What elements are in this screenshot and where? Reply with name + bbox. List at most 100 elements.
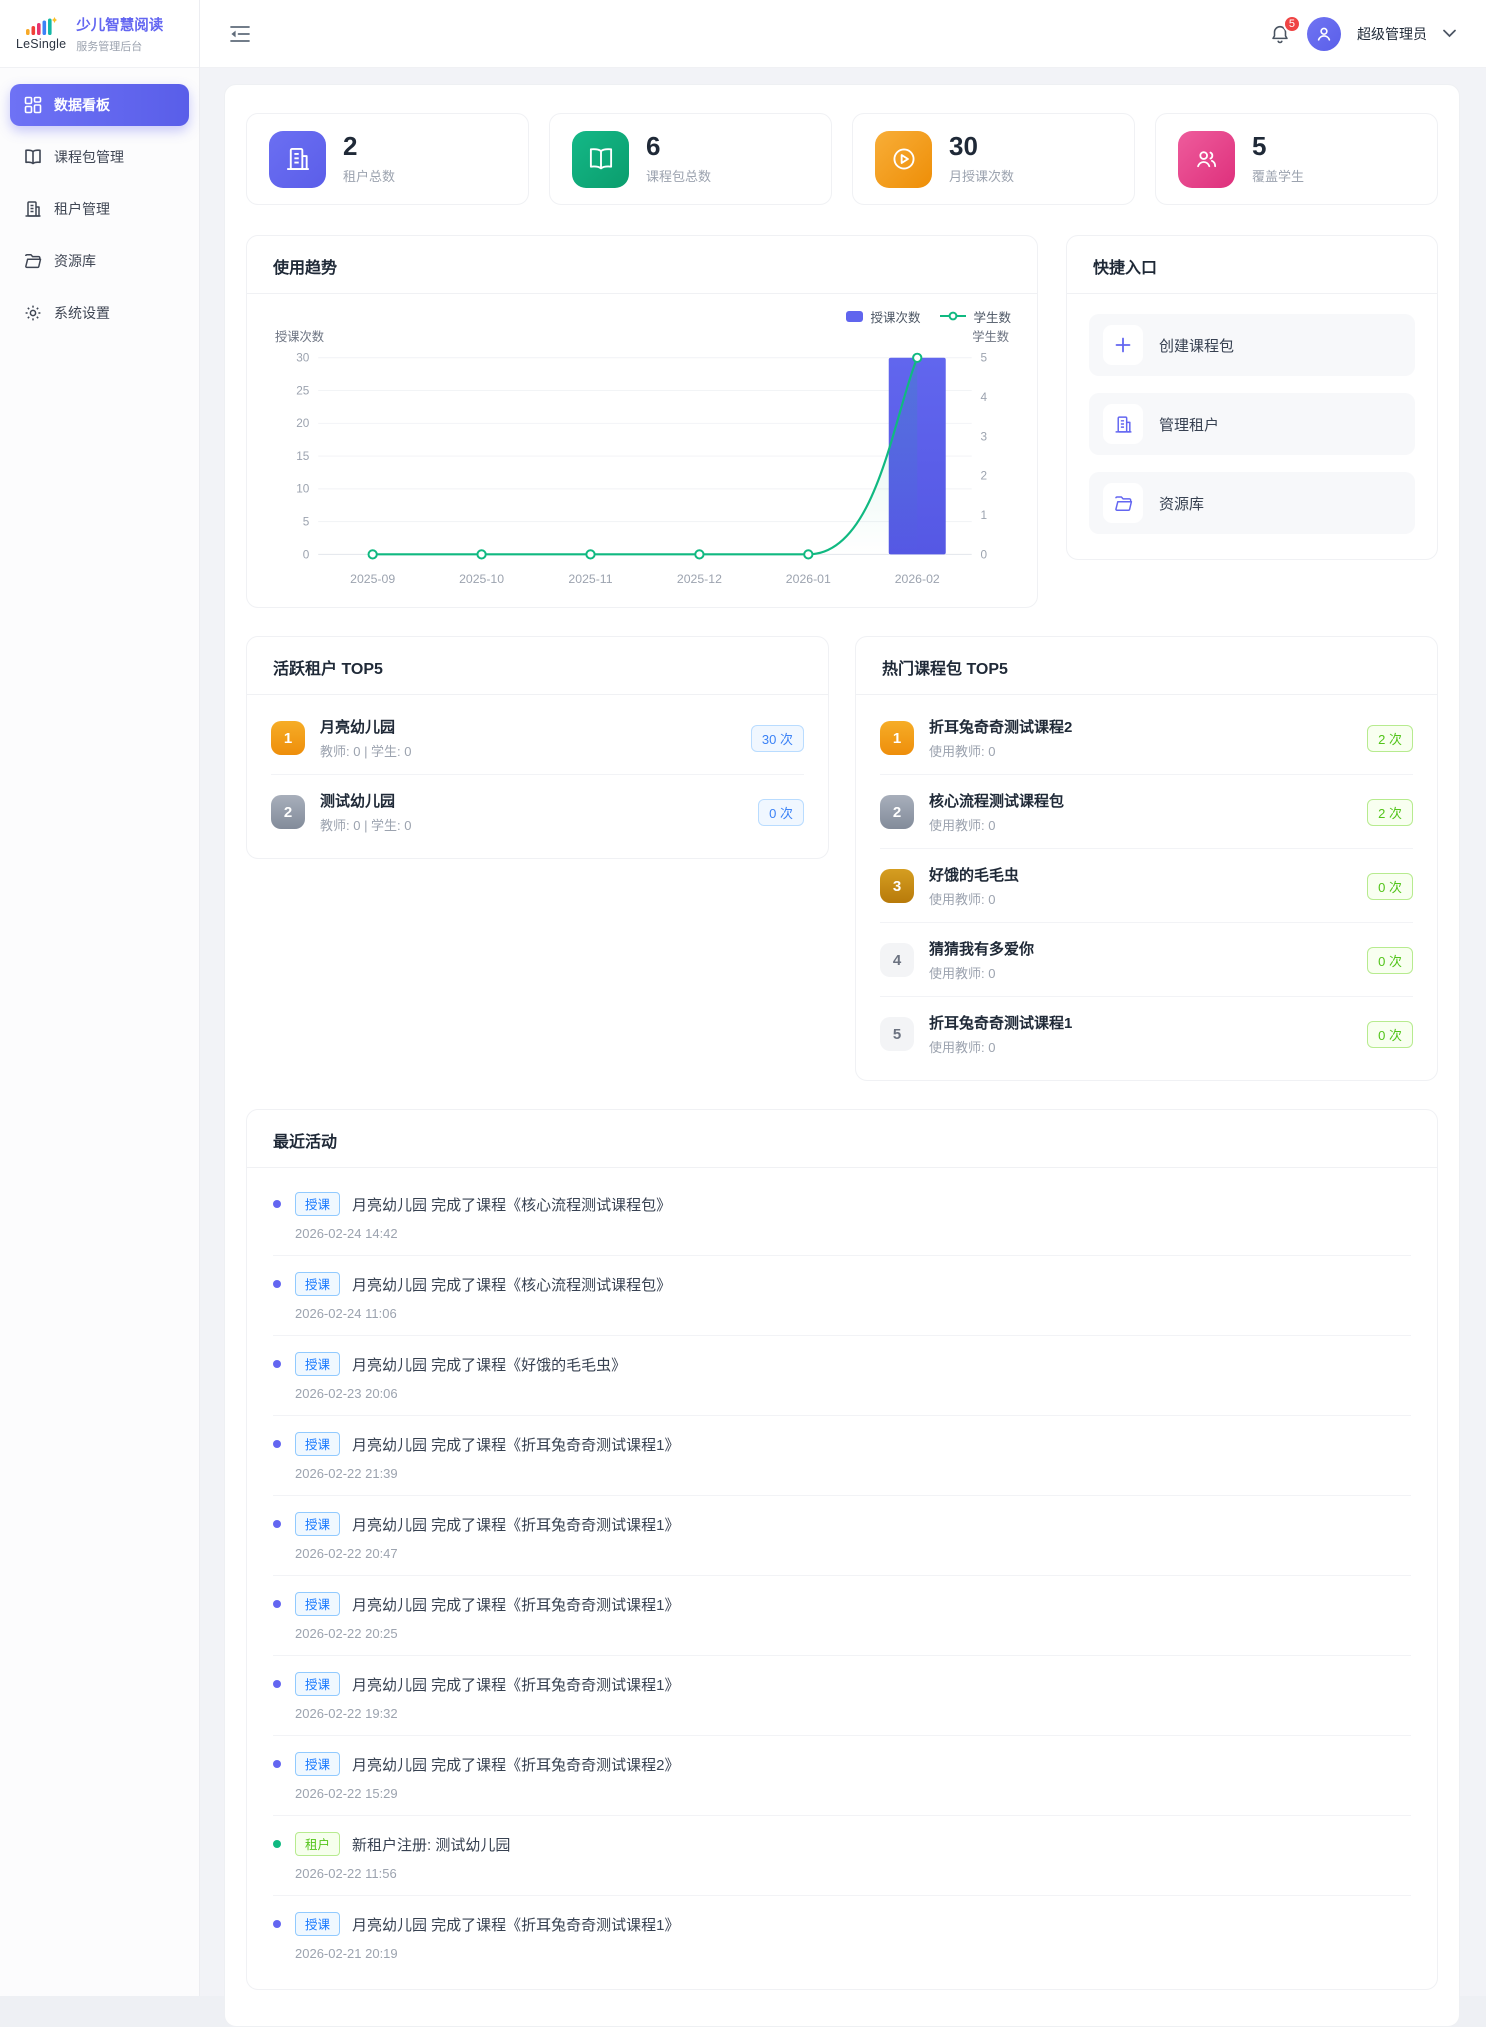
quick-entry-title: 快捷入口: [1067, 236, 1437, 294]
activity-row: 授课 月亮幼儿园 完成了课程《折耳兔奇奇测试课程1》 2026-02-22 21…: [273, 1416, 1411, 1496]
package-meta: 使用教师: 0: [929, 889, 1367, 908]
recent-activity-title: 最近活动: [247, 1110, 1437, 1168]
usage-count-badge: 2 次: [1367, 725, 1413, 752]
building-icon: [269, 131, 326, 188]
tenant-meta: 教师: 0 | 学生: 0: [320, 741, 751, 760]
svg-text:10: 10: [296, 483, 310, 496]
rank-badge: 1: [271, 721, 305, 755]
active-tenants-list: 1 月亮幼儿园 教师: 0 | 学生: 0 30 次 2 测: [247, 695, 828, 858]
activity-row: 授课 月亮幼儿园 完成了课程《折耳兔奇奇测试课程1》 2026-02-21 20…: [273, 1896, 1411, 1975]
legend-item-lessons[interactable]: 授课次数: [846, 307, 920, 326]
play-icon: [875, 131, 932, 188]
activity-type-badge: 授课: [295, 1512, 340, 1536]
sidebar-item-label: 资源库: [54, 251, 96, 271]
activity-time: 2026-02-22 19:32: [295, 1706, 1411, 1721]
svg-text:30: 30: [296, 352, 310, 365]
activity-row: 租户 新租户注册: 测试幼儿园 2026-02-22 11:56: [273, 1816, 1411, 1896]
gear-icon: [24, 304, 42, 322]
avatar[interactable]: [1307, 17, 1341, 51]
sidebar-item-packages[interactable]: 课程包管理: [10, 136, 189, 178]
stats-row: 2 租户总数 6 课程包总数: [246, 113, 1438, 205]
package-name: 猜猜我有多爱你: [929, 938, 1367, 959]
svg-text:3: 3: [981, 430, 988, 443]
quick-entry-card: 快捷入口 创建课程包: [1066, 235, 1438, 560]
quick-entry-label: 创建课程包: [1159, 335, 1234, 356]
legend-label: 学生数: [973, 307, 1011, 326]
svg-text:2: 2: [981, 470, 988, 483]
activity-dot-icon: [273, 1600, 281, 1608]
quick-entry-resources[interactable]: 资源库: [1089, 472, 1415, 534]
activity-row: 授课 月亮幼儿园 完成了课程《核心流程测试课程包》 2026-02-24 14:…: [273, 1176, 1411, 1256]
building-icon: [1103, 404, 1143, 444]
activity-time: 2026-02-22 15:29: [295, 1786, 1411, 1801]
package-name: 好饿的毛毛虫: [929, 864, 1367, 885]
activity-type-badge: 授课: [295, 1672, 340, 1696]
active-tenants-title: 活跃租户 TOP5: [247, 637, 828, 695]
rank-badge: 5: [880, 1017, 914, 1051]
activity-dot-icon: [273, 1920, 281, 1928]
activity-dot-icon: [273, 1360, 281, 1368]
quick-entry-label: 资源库: [1159, 493, 1204, 514]
logo-block: LeSingle 少儿智慧阅读 服务管理后台: [0, 0, 199, 68]
active-tenants-card: 活跃租户 TOP5 1 月亮幼儿园 教师: 0 | 学生: 0 30 次: [246, 636, 829, 859]
sidebar-nav: 数据看板 课程包管理 租户管理 资源库 系统设置: [0, 68, 199, 360]
rank-badge: 1: [880, 721, 914, 755]
book-icon: [24, 148, 42, 166]
app-title: 少儿智慧阅读: [76, 14, 163, 35]
legend-item-students[interactable]: 学生数: [940, 307, 1011, 326]
activity-type-badge: 授课: [295, 1352, 340, 1376]
folder-icon: [1103, 483, 1143, 523]
recent-activity-card: 最近活动 授课 月亮幼儿园 完成了课程《核心流程测试课程包》 2026-02-2…: [246, 1109, 1438, 1990]
sidebar-collapse-button[interactable]: [230, 25, 250, 43]
tenant-name: 月亮幼儿园: [320, 716, 751, 737]
usage-trend-card: 使用趋势 授课次数 学生数: [246, 235, 1038, 608]
quick-entry-create-package[interactable]: 创建课程包: [1089, 314, 1415, 376]
activity-text: 月亮幼儿园 完成了课程《好饿的毛毛虫》: [352, 1354, 626, 1375]
sidebar-item-dashboard[interactable]: 数据看板: [10, 84, 189, 126]
sidebar-item-resources[interactable]: 资源库: [10, 240, 189, 282]
quick-entry-manage-tenants[interactable]: 管理租户: [1089, 393, 1415, 455]
user-name[interactable]: 超级管理员: [1357, 24, 1427, 44]
topbar: 5 超级管理员: [200, 0, 1486, 68]
activity-text: 月亮幼儿园 完成了课程《核心流程测试课程包》: [352, 1194, 671, 1215]
usage-trend-title: 使用趋势: [247, 236, 1037, 294]
quick-entry-label: 管理租户: [1159, 414, 1219, 435]
book-icon: [572, 131, 629, 188]
hot-packages-title: 热门课程包 TOP5: [856, 637, 1437, 695]
tenant-row: 2 测试幼儿园 教师: 0 | 学生: 0 0 次: [271, 775, 804, 848]
stat-label: 课程包总数: [646, 166, 711, 185]
activity-time: 2026-02-22 20:47: [295, 1546, 1411, 1561]
activity-row: 授课 月亮幼儿园 完成了课程《折耳兔奇奇测试课程2》 2026-02-22 15…: [273, 1736, 1411, 1816]
activity-text: 月亮幼儿园 完成了课程《折耳兔奇奇测试课程1》: [352, 1674, 680, 1695]
package-meta: 使用教师: 0: [929, 1037, 1367, 1056]
activity-dot-icon: [273, 1200, 281, 1208]
sidebar-item-label: 课程包管理: [54, 147, 124, 167]
trend-chart-svg: 授课次数学生数0510152025300123452025-092025-102…: [273, 326, 1011, 594]
stat-value: 5: [1252, 133, 1304, 160]
chevron-down-icon[interactable]: [1443, 29, 1456, 38]
sidebar-item-settings[interactable]: 系统设置: [10, 292, 189, 334]
notifications-button[interactable]: 5: [1269, 23, 1291, 45]
activity-row: 授课 月亮幼儿园 完成了课程《折耳兔奇奇测试课程1》 2026-02-22 20…: [273, 1576, 1411, 1656]
activity-dot-icon: [273, 1520, 281, 1528]
activity-text: 月亮幼儿园 完成了课程《折耳兔奇奇测试课程1》: [352, 1434, 680, 1455]
usage-trend-chart: 授课次数 学生数 授课次数学生数0510152025300123452025-0…: [247, 294, 1037, 607]
stat-card-packages: 6 课程包总数: [549, 113, 832, 205]
activity-dot-icon: [273, 1440, 281, 1448]
notification-badge: 5: [1283, 15, 1301, 33]
sidebar-item-tenants[interactable]: 租户管理: [10, 188, 189, 230]
stat-card-tenants: 2 租户总数: [246, 113, 529, 205]
sidebar: LeSingle 少儿智慧阅读 服务管理后台 数据看板 课程包管理 租户管理: [0, 0, 200, 1996]
chart-legend: 授课次数 学生数: [273, 306, 1011, 326]
content: 2 租户总数 6 课程包总数: [200, 68, 1486, 2027]
usage-count-badge: 0 次: [1367, 1021, 1413, 1048]
activity-dot-icon: [273, 1280, 281, 1288]
svg-text:2025-09: 2025-09: [350, 572, 395, 586]
svg-text:学生数: 学生数: [972, 329, 1009, 344]
activity-type-badge: 租户: [295, 1832, 340, 1856]
rank-badge: 2: [880, 795, 914, 829]
line-swatch-icon: [940, 311, 966, 321]
svg-text:2025-12: 2025-12: [677, 572, 722, 586]
rank-badge: 3: [880, 869, 914, 903]
activity-type-badge: 授课: [295, 1192, 340, 1216]
